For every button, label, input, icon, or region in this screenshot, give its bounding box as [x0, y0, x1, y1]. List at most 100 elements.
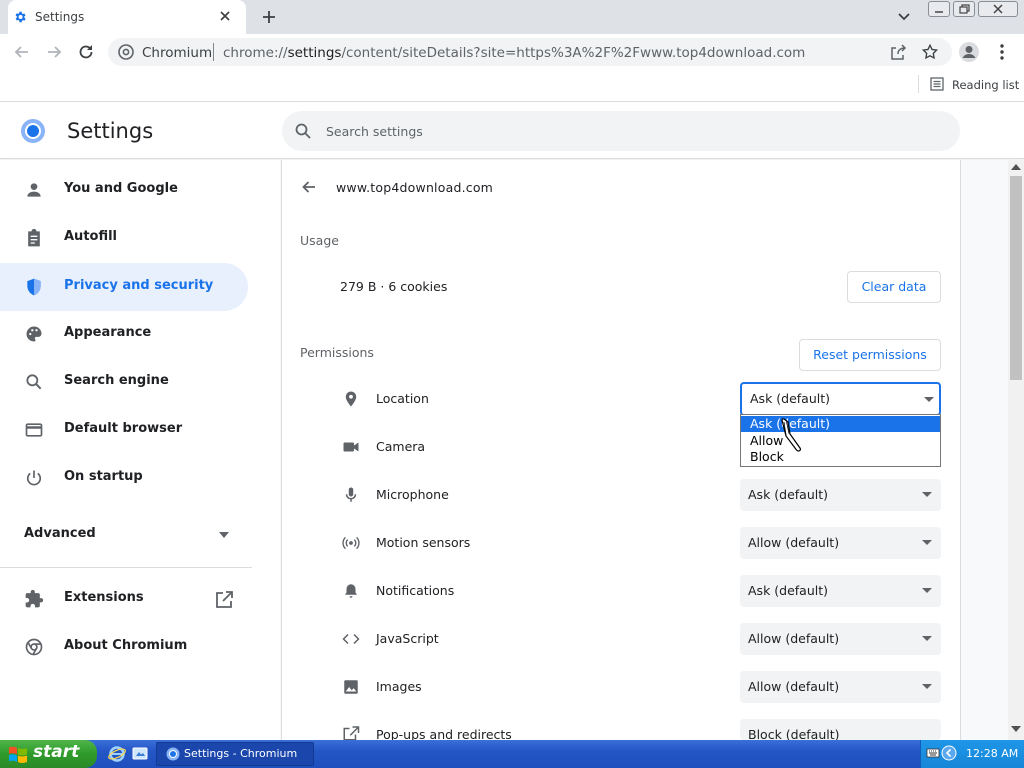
back-arrow-icon[interactable]: [300, 178, 318, 196]
permission-label-notifications: Notifications: [376, 583, 455, 598]
chevron-down-icon[interactable]: [897, 9, 911, 23]
nav-advanced[interactable]: Advanced: [24, 526, 96, 541]
internet-explorer-icon[interactable]: [108, 745, 126, 763]
nav-label: Default browser: [64, 421, 183, 436]
dropdown-option-allow[interactable]: Allow: [741, 433, 940, 449]
nav-item-you-and-google[interactable]: You and Google: [0, 166, 248, 214]
permission-label-images: Images: [376, 679, 422, 694]
permission-label-microphone: Microphone: [376, 487, 449, 502]
tab-close-icon[interactable]: [218, 9, 232, 23]
dropdown-option-block[interactable]: Block: [741, 449, 940, 465]
microphone-select[interactable]: Ask (default): [740, 479, 941, 511]
nav-item-on-startup[interactable]: On startup: [0, 454, 248, 502]
open-in-new-icon[interactable]: [215, 591, 233, 609]
scroll-down-icon[interactable]: [1011, 726, 1021, 732]
nav-label: Autofill: [64, 229, 118, 244]
select-value: Allow (default): [748, 535, 840, 550]
puzzle-icon: [24, 589, 44, 609]
image-icon: [342, 678, 360, 696]
clear-data-button[interactable]: Clear data: [847, 271, 941, 303]
nav-item-autofill[interactable]: Autofill: [0, 214, 248, 262]
window-close-button[interactable]: [978, 1, 1018, 17]
nav-item-privacy-and-security[interactable]: Privacy and security: [0, 263, 248, 311]
scroll-thumb[interactable]: [1010, 176, 1022, 380]
select-value: Allow (default): [748, 631, 840, 646]
site-title: www.top4download.com: [336, 180, 494, 195]
taskbar: [0, 740, 1024, 768]
power-icon: [24, 468, 44, 488]
nav-label: Appearance: [64, 325, 152, 340]
shield-icon: [24, 277, 44, 297]
motion-sensors-select[interactable]: Allow (default): [740, 527, 941, 559]
javascript-select[interactable]: Allow (default): [740, 623, 941, 655]
url-host: settings: [287, 45, 342, 61]
gear-icon: [13, 10, 27, 24]
omnibox-separator: [213, 43, 214, 61]
profile-avatar-icon[interactable]: [958, 41, 980, 63]
minimize-button[interactable]: [928, 1, 950, 17]
forward-icon[interactable]: [45, 43, 63, 61]
show-desktop-icon[interactable]: [131, 745, 149, 763]
usage-text: 279 B · 6 cookies: [340, 279, 448, 294]
permission-label-camera: Camera: [376, 439, 426, 454]
permission-label-motion-sensors: Motion sensors: [376, 535, 471, 550]
open-in-new-icon: [342, 726, 360, 740]
usage-heading: Usage: [300, 233, 339, 248]
nav-label: About Chromium: [64, 638, 188, 653]
url-text[interactable]: chrome://settings/content/siteDetails?si…: [223, 45, 805, 61]
start-label: start: [33, 742, 80, 762]
microphone-icon: [342, 486, 360, 504]
chromium-site-icon[interactable]: [118, 44, 134, 60]
nav-item-extensions[interactable]: Extensions: [0, 575, 248, 623]
notifications-select[interactable]: Ask (default): [740, 575, 941, 607]
location-dropdown-list: Ask (default) Allow Block: [740, 414, 941, 467]
chromium-icon: [24, 637, 44, 657]
reading-list-button[interactable]: Reading list: [952, 78, 1019, 92]
reset-permissions-button[interactable]: Reset permissions: [799, 339, 941, 371]
camera-icon: [342, 438, 360, 456]
permissions-heading: Permissions: [300, 345, 374, 360]
nav-divider: [0, 567, 252, 568]
code-icon: [342, 630, 360, 648]
select-caret-icon: [924, 397, 934, 402]
select-caret-icon: [922, 540, 932, 545]
popups-select[interactable]: Block (default): [740, 719, 941, 740]
nav-label: Search engine: [64, 373, 169, 388]
tray-expand-icon[interactable]: [941, 745, 957, 761]
nav-item-about-chromium[interactable]: About Chromium: [0, 623, 248, 671]
reading-list-icon[interactable]: [930, 77, 944, 91]
taskbar-item-label: Settings - Chromium: [184, 747, 298, 760]
dropdown-option-ask[interactable]: Ask (default): [741, 416, 940, 432]
bookmarks-separator: [918, 75, 919, 93]
new-tab-icon[interactable]: [260, 8, 278, 26]
keyboard-icon[interactable]: [926, 746, 940, 760]
nav-label: Privacy and security: [64, 278, 214, 293]
caret-down-icon[interactable]: [218, 531, 230, 539]
restore-button[interactable]: [953, 1, 975, 17]
location-select[interactable]: Ask (default): [740, 382, 941, 416]
motion-sensor-icon: [342, 534, 360, 552]
reload-icon[interactable]: [77, 43, 95, 61]
nav-item-search-engine[interactable]: Search engine: [0, 358, 248, 406]
nav-label: You and Google: [64, 181, 178, 196]
bookmark-star-icon[interactable]: [921, 43, 939, 61]
clock: 12:28 AM: [966, 747, 1019, 760]
search-settings-input[interactable]: [326, 120, 926, 142]
nav-item-appearance[interactable]: Appearance: [0, 310, 248, 358]
nav-label: Extensions: [64, 590, 144, 605]
url-rest: /content/siteDetails?site=https%3A%2F%2F…: [341, 45, 806, 61]
search-icon: [294, 122, 312, 140]
scroll-up-icon[interactable]: [1011, 164, 1021, 170]
back-icon[interactable]: [13, 43, 31, 61]
person-icon: [24, 180, 44, 200]
more-menu-icon[interactable]: [995, 43, 1009, 61]
clipboard-icon: [24, 228, 44, 248]
images-select[interactable]: Allow (default): [740, 671, 941, 703]
bookmarks-bar: [0, 70, 1024, 102]
windows-logo-icon: [8, 745, 28, 763]
nav-label: On startup: [64, 469, 143, 484]
share-icon[interactable]: [889, 44, 907, 62]
select-caret-icon: [922, 636, 932, 641]
nav-item-default-browser[interactable]: Default browser: [0, 406, 248, 454]
location-pin-icon: [342, 390, 360, 408]
